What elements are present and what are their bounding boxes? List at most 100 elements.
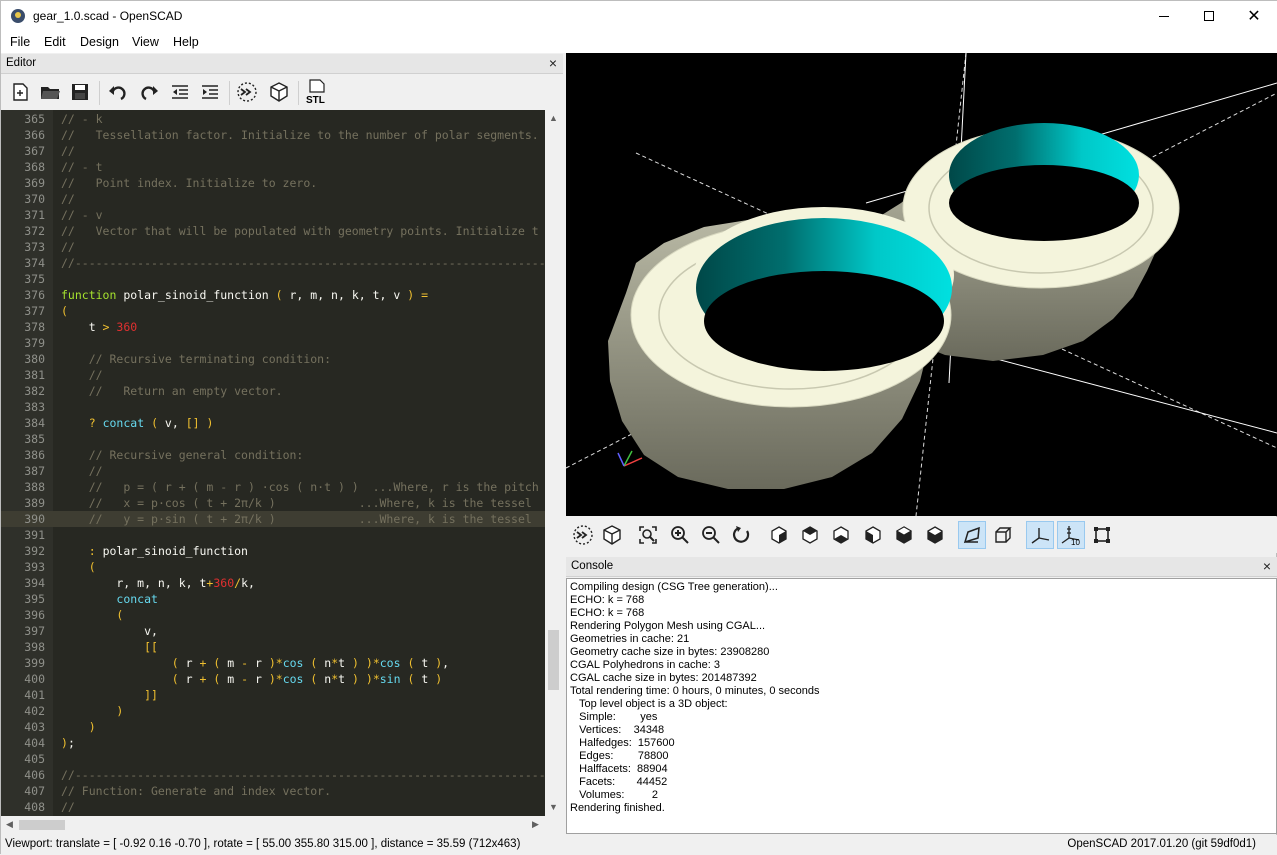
code-line[interactable]: 400 ( r + ( m - r )*cos ( n*t ) )*sin ( …	[1, 671, 545, 687]
code-line[interactable]: 386 // Recursive general condition:	[1, 447, 545, 463]
editor-close-button[interactable]: ×	[549, 55, 557, 71]
code-line[interactable]: 384 ? concat ( v, [] )	[1, 415, 545, 431]
code-line[interactable]: 365 // - k	[1, 111, 545, 127]
code-line[interactable]: 377 (	[1, 303, 545, 319]
code-line[interactable]: 405	[1, 751, 545, 767]
orthogonal-icon[interactable]	[989, 521, 1017, 549]
code-line[interactable]: 390 // y = p·sin ( t + 2π/k ) ...Where, …	[1, 511, 545, 527]
code-line[interactable]: 376 function polar_sinoid_function ( r, m…	[1, 287, 545, 303]
3d-viewport[interactable]	[566, 53, 1277, 516]
menu-file[interactable]: File	[10, 35, 30, 49]
code-line[interactable]: 403 )	[1, 719, 545, 735]
view-all-icon[interactable]	[634, 521, 662, 549]
code-line[interactable]: 408 //	[1, 799, 545, 815]
view-top-icon[interactable]	[796, 521, 824, 549]
editor-horizontal-scrollbar[interactable]: ◀ ▶	[1, 816, 563, 833]
code-line[interactable]: 406 //-----------------------------------…	[1, 767, 545, 783]
redo-icon[interactable]	[138, 81, 160, 103]
code-line[interactable]: 370 //	[1, 191, 545, 207]
editor-vertical-scroll-thumb[interactable]	[548, 630, 559, 690]
scroll-up-icon[interactable]: ▲	[549, 113, 558, 123]
code-line[interactable]: 380 // Recursive terminating condition:	[1, 351, 545, 367]
render-icon[interactable]	[598, 521, 626, 549]
code-line[interactable]: 392 : polar_sinoid_function	[1, 543, 545, 559]
code-line[interactable]: 398 [[	[1, 639, 545, 655]
code-line[interactable]: 401 ]]	[1, 687, 545, 703]
code-line[interactable]: 387 //	[1, 463, 545, 479]
open-file-icon[interactable]	[39, 81, 61, 103]
code-line[interactable]: 396 (	[1, 607, 545, 623]
code-line[interactable]: 391	[1, 527, 545, 543]
code-text: //	[61, 800, 75, 814]
render-icon[interactable]	[268, 81, 290, 103]
code-line[interactable]: 378 t > 360	[1, 319, 545, 335]
line-number: 367	[24, 144, 45, 158]
code-line[interactable]: 373 //	[1, 239, 545, 255]
code-line[interactable]: 388 // p = ( r + ( m - r ) ·cos ( n·t ) …	[1, 479, 545, 495]
code-line[interactable]: 404);	[1, 735, 545, 751]
console-line: Volumes: 2	[570, 789, 659, 801]
code-line[interactable]: 407 // Function: Generate and index vecto…	[1, 783, 545, 799]
new-file-icon[interactable]	[9, 81, 31, 103]
console-output[interactable]: Compiling design (CSG Tree generation)..…	[566, 578, 1277, 834]
view-bottom-icon[interactable]	[827, 521, 855, 549]
code-line[interactable]: 368 // - t	[1, 159, 545, 175]
menu-view[interactable]: View	[132, 35, 159, 49]
console-close-button[interactable]: ×	[1263, 558, 1271, 574]
code-line[interactable]: 394 r, m, n, k, t+360/k,	[1, 575, 545, 591]
export-stl-icon[interactable]: STL	[305, 79, 329, 105]
view-front-icon[interactable]	[890, 521, 918, 549]
code-line[interactable]: 395 concat	[1, 591, 545, 607]
code-line[interactable]: 366 // Tessellation factor. Initialize to…	[1, 127, 545, 143]
show-scale-markers-icon[interactable]: 10	[1057, 521, 1085, 549]
code-line[interactable]: 393 (	[1, 559, 545, 575]
show-edges-icon[interactable]	[1088, 521, 1116, 549]
close-window-button[interactable]: ✕	[1231, 1, 1277, 31]
maximize-button[interactable]	[1186, 1, 1232, 31]
line-number: 369	[24, 176, 45, 190]
preview-icon[interactable]	[236, 81, 258, 103]
menu-edit[interactable]: Edit	[44, 35, 66, 49]
code-line[interactable]: 379	[1, 335, 545, 351]
show-axes-icon[interactable]	[1026, 521, 1054, 549]
view-right-icon[interactable]	[765, 521, 793, 549]
code-line[interactable]: 372 // Vector that will be populated with…	[1, 223, 545, 239]
undo-icon[interactable]	[107, 81, 129, 103]
minimize-button[interactable]	[1141, 1, 1187, 31]
zoom-out-icon[interactable]	[697, 521, 725, 549]
code-line[interactable]: 385	[1, 431, 545, 447]
view-back-icon[interactable]	[921, 521, 949, 549]
editor-horizontal-scroll-thumb[interactable]	[19, 820, 65, 830]
code-text: //	[88, 368, 103, 382]
scroll-left-icon[interactable]: ◀	[6, 819, 13, 830]
code-line[interactable]: 371 // - v	[1, 207, 545, 223]
line-number: 377	[24, 304, 45, 318]
line-number: 378	[24, 320, 45, 334]
code-line[interactable]: 397 v,	[1, 623, 545, 639]
unindent-icon[interactable]	[169, 81, 191, 103]
code-editor[interactable]: 365 // - k 366 // Tessellation factor. Init…	[1, 110, 545, 816]
editor-vertical-scrollbar[interactable]: ▲ ▼	[545, 110, 562, 816]
preview-icon[interactable]	[569, 521, 597, 549]
code-line[interactable]: 383	[1, 399, 545, 415]
save-icon[interactable]	[69, 81, 91, 103]
menu-design[interactable]: Design	[80, 35, 119, 49]
zoom-in-icon[interactable]	[666, 521, 694, 549]
code-text: // - t	[61, 160, 103, 174]
code-line[interactable]: 389 // x = p·cos ( t + 2π/k ) ...Where, …	[1, 495, 545, 511]
menu-help[interactable]: Help	[173, 35, 199, 49]
perspective-icon[interactable]	[958, 521, 986, 549]
scroll-down-icon[interactable]: ▼	[549, 802, 558, 812]
reset-view-icon[interactable]	[728, 521, 756, 549]
code-line[interactable]: 381 //	[1, 367, 545, 383]
code-line[interactable]: 367 //	[1, 143, 545, 159]
code-line[interactable]: 374 //-----------------------------------…	[1, 255, 545, 271]
view-left-icon[interactable]	[859, 521, 887, 549]
code-line[interactable]: 399 ( r + ( m - r )*cos ( n*t ) )*cos ( …	[1, 655, 545, 671]
code-line[interactable]: 369 // Point index. Initialize to zero.	[1, 175, 545, 191]
scroll-right-icon[interactable]: ▶	[532, 819, 539, 830]
code-line[interactable]: 382 // Return an empty vector.	[1, 383, 545, 399]
indent-icon[interactable]	[199, 81, 221, 103]
code-line[interactable]: 402 )	[1, 703, 545, 719]
code-line[interactable]: 375	[1, 271, 545, 287]
